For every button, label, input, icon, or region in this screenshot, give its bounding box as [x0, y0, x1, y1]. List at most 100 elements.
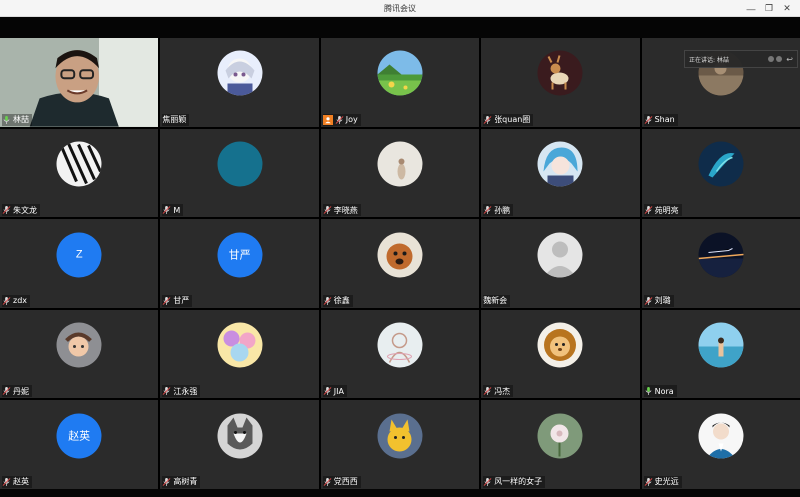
avatar: [698, 322, 744, 368]
participant-name: 朱文龙: [13, 205, 37, 215]
participant-tile[interactable]: Nora: [641, 309, 800, 399]
participant-tile[interactable]: 刘璐: [641, 219, 800, 308]
participant-tile[interactable]: 冯杰: [481, 309, 640, 399]
name-plate: zdx: [2, 294, 31, 307]
participant-name: 李晓燕: [333, 205, 358, 215]
name-plate: 焦丽颖: [162, 113, 190, 126]
mic-muted-icon: [2, 296, 11, 306]
mic-active-icon: [2, 115, 11, 125]
mic-muted-icon: [323, 386, 332, 396]
window-title: 腾讯会议: [384, 3, 416, 13]
avatar: [377, 50, 423, 96]
avatar: [56, 141, 102, 187]
participant-tile[interactable]: 党西西: [320, 400, 480, 489]
participant-tile[interactable]: 魏新会: [481, 219, 640, 308]
minimize-button[interactable]: —: [742, 0, 760, 17]
host-badge-icon: [322, 114, 333, 125]
participant-tile[interactable]: 丹妮: [0, 309, 159, 399]
name-plate: 甘严: [162, 294, 193, 307]
participant-tile[interactable]: 孙鹏: [481, 128, 640, 218]
participant-tile[interactable]: 江永强: [160, 309, 319, 399]
avatar: Z: [56, 232, 102, 278]
participant-name: 党西西: [333, 477, 358, 487]
avatar: [698, 413, 744, 459]
close-button[interactable]: ✕: [778, 0, 796, 17]
name-plate: 丹妮: [2, 385, 32, 398]
participant-name: 徐鑫: [333, 296, 350, 306]
avatar: [377, 141, 423, 187]
participant-tile[interactable]: Joy: [320, 38, 480, 127]
name-plate: 徐鑫: [322, 294, 353, 307]
participant-tile[interactable]: 张quan圈: [481, 38, 640, 127]
speaking-indicator[interactable]: 正在讲话: 林喆 ↩: [684, 50, 798, 68]
name-plate: JIA: [322, 385, 347, 398]
participant-name: 焦丽颖: [162, 115, 187, 125]
name-plate: M: [162, 204, 184, 217]
participant-tile[interactable]: 风一样的女子: [481, 400, 640, 489]
name-plate: 林喆: [2, 113, 32, 126]
mic-muted-icon: [162, 205, 171, 215]
participant-name: M: [173, 205, 181, 215]
mic-muted-icon: [323, 205, 332, 215]
name-plate: 刘璐: [643, 294, 674, 307]
window-controls: — ❐ ✕: [742, 0, 796, 17]
participant-name: 赵英: [13, 477, 29, 487]
avatar: [537, 413, 583, 459]
mic-muted-icon: [335, 115, 344, 125]
participant-name: 甘严: [173, 296, 190, 306]
mic-active-icon: [644, 386, 653, 396]
avatar: [698, 232, 744, 278]
mic-muted-icon: [162, 386, 171, 396]
name-plate: Joy: [322, 113, 361, 126]
avatar: [698, 141, 744, 187]
participant-name: Joy: [345, 115, 358, 125]
participant-name: 江永强: [173, 386, 198, 396]
participant-tile[interactable]: 高树青: [160, 400, 319, 489]
name-plate: 魏新会: [483, 294, 511, 307]
participant-tile[interactable]: 甘严 甘严: [160, 219, 319, 308]
mic-muted-icon: [644, 115, 653, 125]
participant-name: 苑明亮: [654, 205, 679, 215]
participant-tile[interactable]: 史光远: [641, 400, 800, 489]
name-plate: 苑明亮: [643, 204, 682, 217]
name-plate: 江永强: [162, 385, 201, 398]
participant-tile[interactable]: 朱文龙: [0, 128, 159, 218]
avatar: 甘严: [217, 232, 263, 278]
avatar: [217, 50, 263, 96]
speaking-avatars: [768, 56, 783, 62]
participant-tile[interactable]: 李晓燕: [320, 128, 480, 218]
mic-muted-icon: [644, 296, 653, 306]
participant-tile[interactable]: 林喆: [0, 38, 159, 127]
name-plate: 党西西: [322, 475, 361, 488]
name-plate: 赵英: [2, 475, 32, 488]
mic-muted-icon: [162, 296, 171, 306]
avatar: [377, 232, 423, 278]
avatar: [56, 322, 102, 368]
mic-muted-icon: [162, 477, 171, 487]
participant-tile[interactable]: 焦丽颖: [160, 38, 319, 127]
avatar: [377, 413, 423, 459]
participant-tile[interactable]: 赵英 赵英: [0, 400, 159, 489]
mic-muted-icon: [2, 205, 11, 215]
participant-name: Shan: [654, 115, 675, 125]
name-plate: 李晓燕: [322, 204, 361, 217]
participant-tile[interactable]: 苑明亮: [641, 128, 800, 218]
mic-muted-icon: [2, 477, 11, 487]
participant-name: 林喆: [13, 115, 29, 125]
participant-tile[interactable]: 徐鑫: [320, 219, 480, 308]
name-plate: 史光远: [643, 475, 682, 488]
participant-name: 刘璐: [654, 296, 671, 306]
participant-tile[interactable]: JIA: [320, 309, 480, 399]
mic-muted-icon: [483, 205, 492, 215]
avatar: [217, 413, 263, 459]
participant-tile[interactable]: M: [160, 128, 319, 218]
participant-tile[interactable]: Zzdx: [0, 219, 159, 308]
avatar: [537, 50, 583, 96]
restore-button[interactable]: ❐: [760, 0, 778, 17]
collapse-icon[interactable]: ↩: [786, 55, 793, 64]
avatar: [537, 322, 583, 368]
name-plate: 孙鹏: [483, 204, 514, 217]
participant-name: 孙鹏: [494, 205, 511, 215]
mic-muted-icon: [483, 477, 492, 487]
participant-name: 丹妮: [13, 386, 29, 396]
